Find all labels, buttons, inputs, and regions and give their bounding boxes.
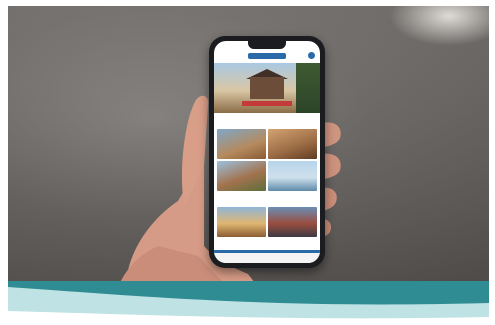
thumbnail-interior[interactable]	[268, 129, 317, 159]
house	[250, 77, 284, 99]
menu-icon[interactable]	[308, 52, 315, 59]
thumbnail-building-evening[interactable]	[217, 207, 266, 237]
thumbnail-cabins[interactable]	[217, 161, 266, 191]
thumbnail-building-night[interactable]	[268, 207, 317, 237]
app-header	[214, 49, 320, 63]
thumbnail-cabin-exterior[interactable]	[217, 129, 266, 159]
trees	[296, 63, 320, 113]
app-footer	[214, 250, 320, 263]
thumbnail-grid-2	[217, 207, 317, 237]
thumbnail-lake[interactable]	[268, 161, 317, 191]
decorative-wave-band	[8, 281, 489, 325]
thumbnail-grid-1	[217, 129, 317, 191]
app-logo	[248, 53, 286, 59]
phone-notch	[248, 41, 286, 49]
photo-backdrop	[8, 6, 489, 287]
smartphone	[209, 36, 325, 268]
footer-accent-line	[214, 250, 320, 253]
hero-banner	[242, 101, 292, 106]
phone-screen	[214, 41, 320, 263]
hero-image[interactable]	[214, 63, 320, 113]
